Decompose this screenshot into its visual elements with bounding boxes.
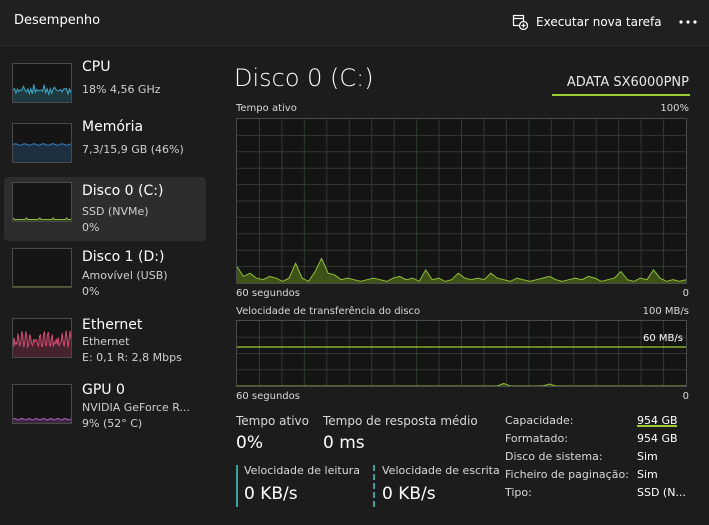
- active-time-graph: [236, 118, 687, 284]
- response-time-stat-value: 0 ms: [323, 433, 365, 453]
- active-time-graph-canvas: [237, 119, 686, 283]
- write-speed-divider: [373, 465, 375, 507]
- formatted-value: 954 GB: [637, 432, 678, 445]
- active-time-graph-timespan: 60 segundos: [236, 288, 300, 299]
- disk-1-thumbnail-graph: [12, 248, 72, 288]
- sidebar-item-detail: Amovível (USB): [82, 269, 168, 282]
- model-underline: [552, 94, 690, 96]
- sidebar-item-detail: 7,3/15,9 GB (46%): [82, 143, 184, 156]
- transfer-rate-graph-canvas: [237, 321, 686, 386]
- run-new-task-button[interactable]: Executar nova tarefa: [512, 12, 662, 32]
- gpu-0-thumbnail-graph: [12, 384, 72, 424]
- transfer-reference-label: 60 MB/s: [643, 333, 683, 344]
- sidebar-item-disk-1[interactable]: Disco 1 (D:) Amovível (USB) 0%: [4, 243, 206, 307]
- cpu-thumbnail-graph: [12, 63, 72, 103]
- disk-detail-panel: Disco 0 (C:) ADATA SX6000PNP Tempo ativo…: [212, 47, 709, 525]
- active-time-stat-label: Tempo ativo: [236, 414, 309, 428]
- disk-type-value: SSD (N...: [637, 486, 686, 499]
- sidebar-item-disk-0[interactable]: Disco 0 (C:) SSD (NVMe) 0%: [4, 177, 206, 241]
- active-time-graph-max: 100%: [660, 103, 689, 114]
- write-speed-value: 0 KB/s: [382, 484, 436, 504]
- capacity-label: Capacidade:: [505, 414, 574, 427]
- sidebar-item-usage: 0%: [82, 285, 100, 298]
- capacity-underline: [637, 425, 677, 427]
- sidebar-item-usage: 9% (52° C): [82, 417, 143, 430]
- page-file-label: Ficheiro de paginação:: [505, 468, 629, 481]
- system-disk-label: Disco de sistema:: [505, 450, 603, 463]
- sidebar-item-memory[interactable]: Memória 7,3/15,9 GB (46%): [4, 118, 206, 182]
- formatted-label: Formatado:: [505, 432, 568, 445]
- disk-title: Disco 0 (C:): [234, 64, 374, 92]
- performance-sidebar: CPU 18% 4,56 GHz Memória 7,3/15,9 GB (46…: [0, 47, 212, 525]
- run-new-task-label: Executar nova tarefa: [536, 15, 662, 29]
- sidebar-item-name: Disco 0 (C:): [82, 183, 164, 199]
- sidebar-item-name: CPU: [82, 59, 111, 75]
- page-section-title: Desempenho: [14, 13, 101, 28]
- read-speed-label: Velocidade de leitura: [244, 464, 360, 477]
- sidebar-item-detail: 18% 4,56 GHz: [82, 83, 161, 96]
- memory-thumbnail-graph: [12, 123, 72, 163]
- thumbnail-area: [13, 84, 71, 102]
- transfer-graph-max: 100 MB/s: [642, 306, 689, 317]
- disk-0-thumbnail-graph: [12, 182, 72, 222]
- sidebar-item-name: Disco 1 (D:): [82, 249, 165, 265]
- system-disk-value: Sim: [637, 450, 658, 463]
- sidebar-item-detail: Ethernet: [82, 335, 130, 348]
- sidebar-item-usage: E: 0,1 R: 2,8 Mbps: [82, 351, 182, 364]
- disk-model-name: ADATA SX6000PNP: [566, 75, 689, 90]
- sidebar-item-name: Memória: [82, 119, 144, 135]
- sidebar-item-ethernet[interactable]: Ethernet Ethernet E: 0,1 R: 2,8 Mbps: [4, 313, 206, 377]
- sidebar-item-detail: SSD (NVMe): [82, 205, 149, 218]
- sidebar-item-name: GPU 0: [82, 382, 125, 398]
- more-options-button[interactable]: [676, 10, 700, 34]
- sidebar-item-cpu[interactable]: CPU 18% 4,56 GHz: [4, 58, 206, 122]
- active-time-stat-value: 0%: [236, 433, 263, 453]
- new-task-icon: [512, 14, 528, 30]
- sidebar-item-detail: NVIDIA GeForce R...: [82, 401, 191, 414]
- transfer-graph-label: Velocidade de transferência do disco: [236, 306, 421, 317]
- header-bar: Desempenho Executar nova tarefa: [0, 0, 709, 46]
- read-speed-value: 0 KB/s: [244, 484, 298, 504]
- disk-type-label: Tipo:: [505, 486, 532, 499]
- write-speed-label: Velocidade de escrita: [382, 464, 500, 477]
- ethernet-thumbnail-graph: [12, 318, 72, 358]
- read-speed-divider: [236, 465, 238, 507]
- sidebar-item-name: Ethernet: [82, 317, 143, 333]
- active-time-graph-min: 0: [682, 288, 689, 299]
- thumbnail-area: [13, 143, 71, 162]
- transfer-rate-graph: 60 MB/s: [236, 320, 687, 387]
- transfer-graph-min: 0: [682, 391, 689, 402]
- page-file-value: Sim: [637, 468, 658, 481]
- sidebar-item-usage: 0%: [82, 221, 100, 234]
- response-time-stat-label: Tempo de resposta médio: [323, 414, 478, 428]
- more-options-icon: [679, 20, 697, 24]
- active-time-graph-label: Tempo ativo: [236, 103, 297, 114]
- sidebar-item-gpu-0[interactable]: GPU 0 NVIDIA GeForce R... 9% (52° C): [4, 379, 206, 443]
- thumbnail-line: [13, 217, 71, 220]
- transfer-graph-timespan: 60 segundos: [236, 391, 300, 402]
